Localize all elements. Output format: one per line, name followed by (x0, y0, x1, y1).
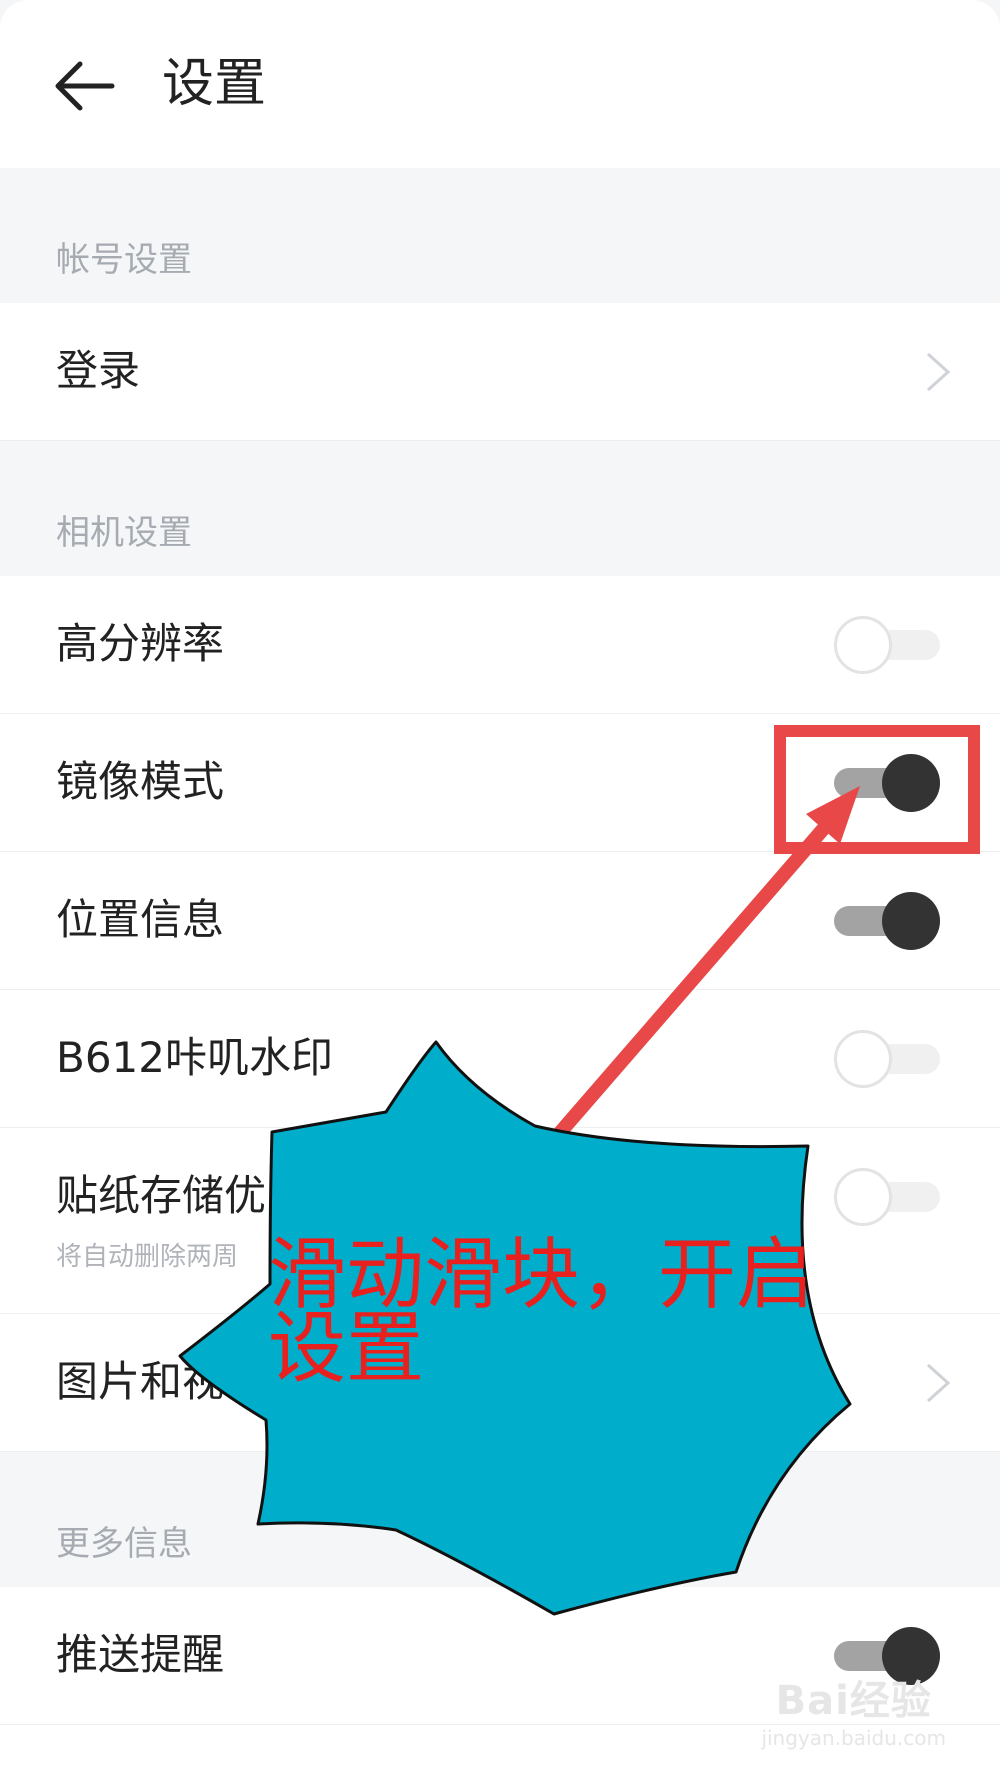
mirror-mode-toggle[interactable] (834, 754, 940, 812)
chevron-right-icon (926, 1363, 951, 1403)
row-label: 高分辨率 (56, 619, 225, 668)
back-arrow-icon[interactable] (52, 58, 116, 114)
callout-text-line: 设置 (268, 1304, 425, 1394)
section-label: 帐号设置 (56, 240, 192, 280)
high-resolution-toggle[interactable] (834, 616, 940, 674)
chevron-right-icon (926, 352, 951, 392)
section-label: 更多信息 (56, 1524, 192, 1564)
section-header-more-info: 更多信息 (0, 1452, 1000, 1587)
section-header-camera: 相机设置 (0, 441, 1000, 576)
callout-text: 滑动滑块，开启 设置 (268, 1230, 828, 1394)
row-label: 推送提醒 (56, 1630, 225, 1679)
location-info-toggle[interactable] (834, 892, 940, 950)
row-watermark[interactable]: B612咔叽水印 (0, 990, 1000, 1128)
watermark-main: Bai经验 (775, 1678, 932, 1724)
top-bar: 设置 (0, 0, 1000, 168)
row-label: 镜像模式 (56, 757, 225, 806)
row-label: 贴纸存储优 (56, 1171, 267, 1220)
row-location-info[interactable]: 位置信息 (0, 852, 1000, 990)
watermark-toggle[interactable] (834, 1030, 940, 1088)
page-title: 设置 (162, 54, 267, 114)
row-login[interactable]: 登录 (0, 303, 1000, 441)
row-mirror-mode[interactable]: 镜像模式 (0, 714, 1000, 852)
callout-text-line: 滑动滑块，开启 (268, 1230, 815, 1320)
section-header-account: 帐号设置 (0, 168, 1000, 303)
row-sublabel: 将自动删除两周 (56, 1242, 239, 1272)
section-label: 相机设置 (56, 513, 192, 553)
row-label: 图片和视 (56, 1357, 225, 1406)
row-label: B612咔叽水印 (56, 1033, 333, 1082)
sticker-storage-toggle[interactable] (834, 1168, 940, 1226)
row-high-resolution[interactable]: 高分辨率 (0, 576, 1000, 714)
baidu-watermark: Bai经验 jingyan.baidu.com (761, 1668, 946, 1750)
watermark-sub: jingyan.baidu.com (761, 1726, 946, 1750)
row-label: 登录 (56, 346, 141, 395)
row-label: 位置信息 (56, 895, 225, 944)
